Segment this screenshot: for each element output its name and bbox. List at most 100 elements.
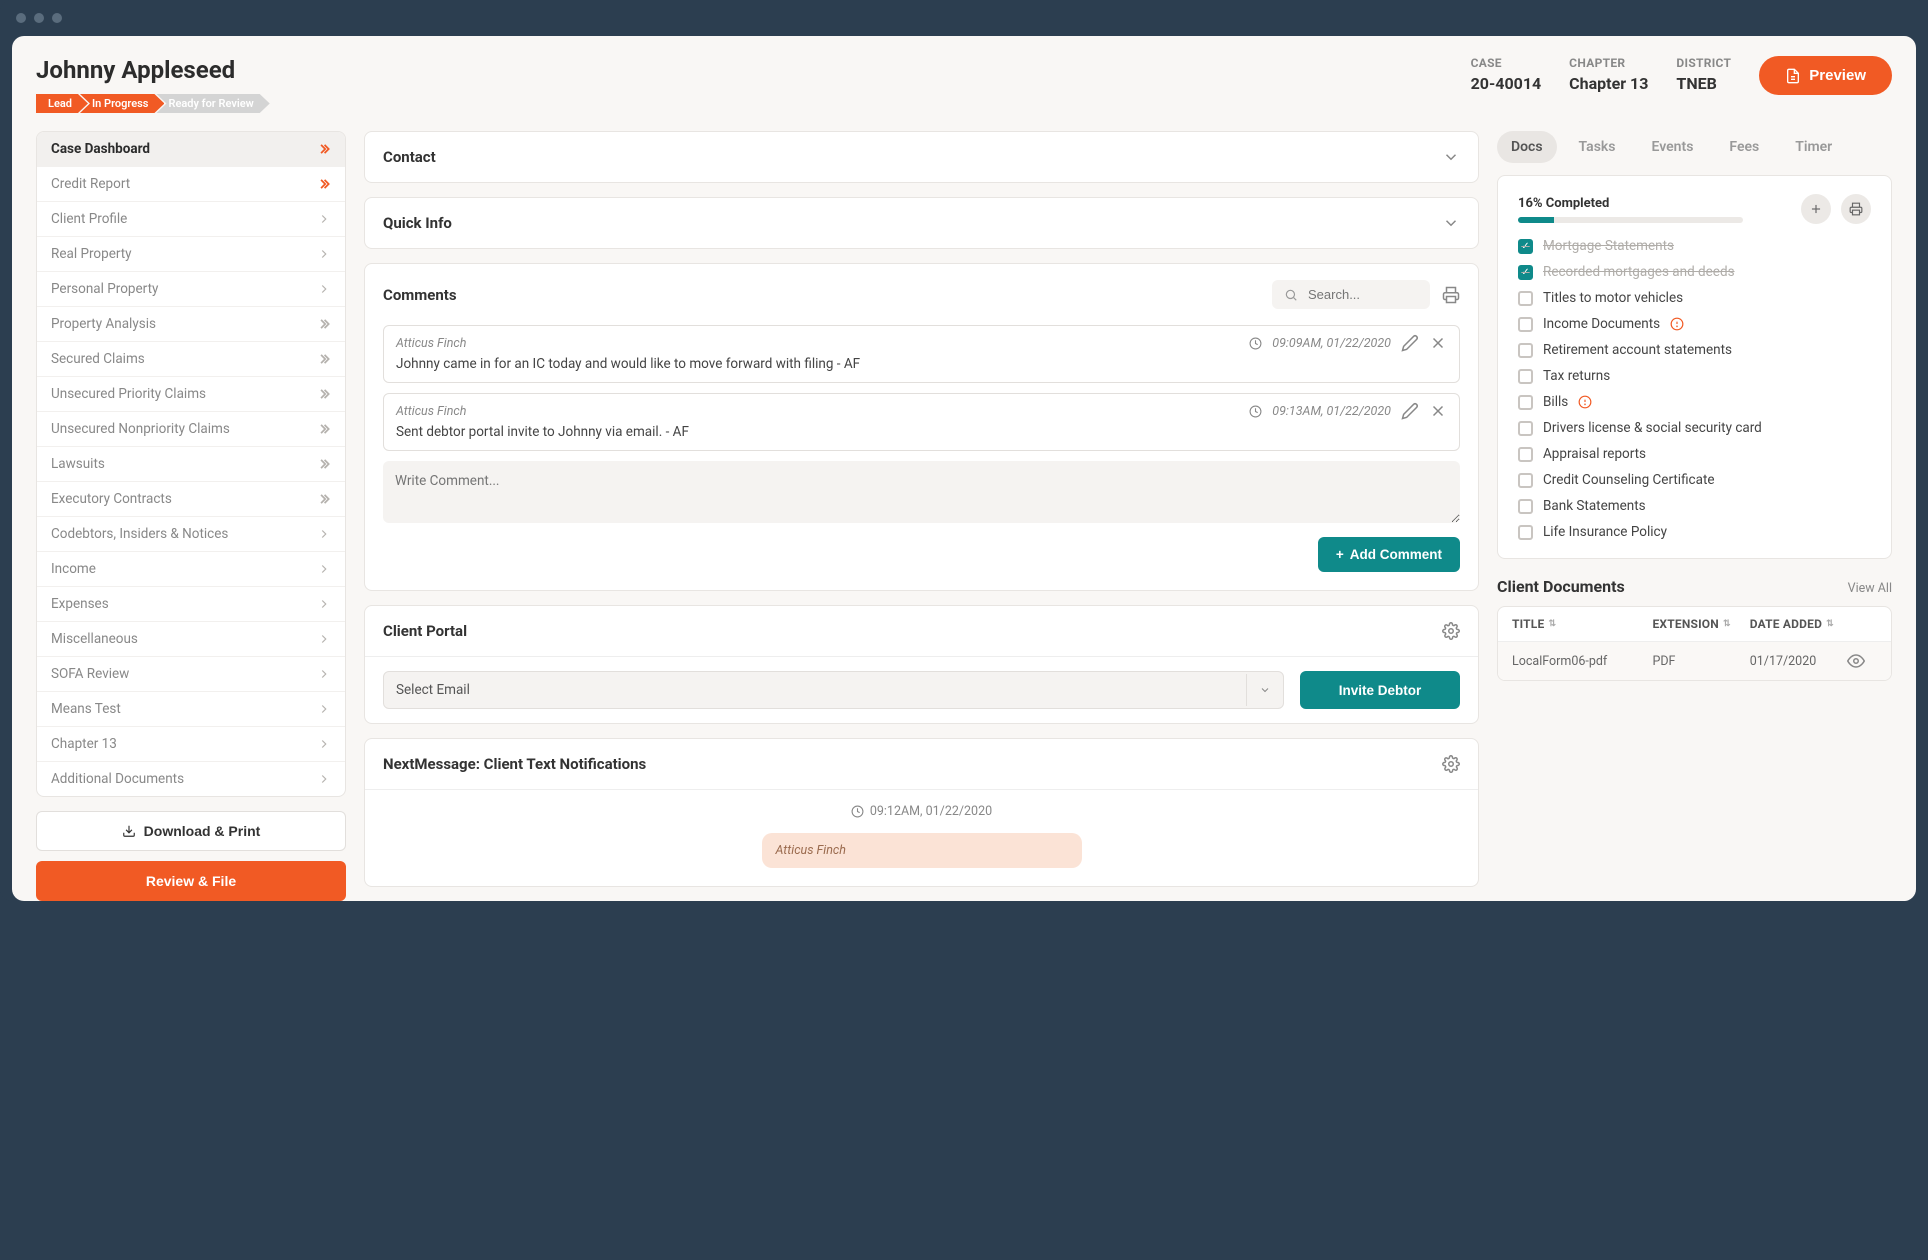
sidebar-item-label: Personal Property (51, 281, 158, 297)
sidebar-item[interactable]: Miscellaneous (37, 622, 345, 657)
tab-fees[interactable]: Fees (1715, 131, 1773, 163)
doc-checklist-item[interactable]: Bank Statements (1518, 498, 1871, 514)
sidebar-item[interactable]: Means Test (37, 692, 345, 727)
doc-checklist-item[interactable]: Tax returns (1518, 368, 1871, 384)
checkbox[interactable] (1518, 499, 1533, 514)
eye-icon[interactable] (1847, 652, 1877, 670)
invite-debtor-button[interactable]: Invite Debtor (1300, 671, 1460, 709)
comment-author: Atticus Finch (396, 404, 466, 419)
checkbox[interactable] (1518, 473, 1533, 488)
col-extension[interactable]: EXTENSION (1652, 617, 1749, 631)
print-docs-button[interactable] (1841, 194, 1871, 224)
checkbox[interactable] (1518, 317, 1533, 332)
sidebar-item[interactable]: Lawsuits (37, 447, 345, 482)
gear-icon[interactable] (1442, 755, 1460, 773)
sidebar-item[interactable]: Property Analysis (37, 307, 345, 342)
sidebar-item[interactable]: Client Profile (37, 202, 345, 237)
sidebar-item[interactable]: Executory Contracts (37, 482, 345, 517)
sidebar-item-label: Expenses (51, 596, 109, 612)
sidebar-item[interactable]: SOFA Review (37, 657, 345, 692)
document-row[interactable]: LocalForm06-pdf PDF 01/17/2020 (1498, 642, 1891, 680)
doc-checklist-item[interactable]: Appraisal reports (1518, 446, 1871, 462)
doc-checklist-item[interactable]: Credit Counseling Certificate (1518, 472, 1871, 488)
edit-icon[interactable] (1401, 334, 1419, 352)
gear-icon[interactable] (1442, 622, 1460, 640)
chevron-double-right-icon (317, 422, 331, 436)
chevron-double-right-icon (317, 317, 331, 331)
write-comment-input[interactable] (383, 461, 1460, 523)
add-doc-button[interactable] (1801, 194, 1831, 224)
checkbox[interactable] (1518, 369, 1533, 384)
print-icon[interactable] (1442, 286, 1460, 304)
review-file-label: Review & File (146, 873, 236, 889)
doc-checklist-item[interactable]: Bills (1518, 394, 1871, 410)
sidebar-item-label: Miscellaneous (51, 631, 138, 647)
status-chip[interactable]: In Progress (80, 94, 164, 113)
contact-panel-header[interactable]: Contact (365, 132, 1478, 182)
quickinfo-panel-header[interactable]: Quick Info (365, 198, 1478, 248)
comments-search[interactable] (1272, 280, 1430, 309)
col-date[interactable]: DATE ADDED (1750, 617, 1847, 631)
close-icon[interactable] (1429, 334, 1447, 352)
tab-timer[interactable]: Timer (1781, 131, 1846, 163)
tab-events[interactable]: Events (1638, 131, 1708, 163)
checkbox[interactable] (1518, 343, 1533, 358)
checkbox[interactable] (1518, 265, 1533, 280)
sidebar-item[interactable]: Income (37, 552, 345, 587)
checkbox[interactable] (1518, 291, 1533, 306)
checkbox[interactable] (1518, 525, 1533, 540)
comment-text: Johnny came in for an IC today and would… (396, 356, 1447, 372)
preview-button[interactable]: Preview (1759, 56, 1892, 95)
tab-tasks[interactable]: Tasks (1565, 131, 1630, 163)
client-portal-title: Client Portal (383, 622, 467, 640)
doc-checklist-item[interactable]: Recorded mortgages and deeds (1518, 264, 1871, 280)
status-chip[interactable]: Ready for Review (156, 94, 269, 113)
doc-checklist-label: Tax returns (1543, 368, 1610, 384)
doc-checklist-item[interactable]: Drivers license & social security card (1518, 420, 1871, 436)
doc-checklist-item[interactable]: Life Insurance Policy (1518, 524, 1871, 540)
sidebar-item[interactable]: Secured Claims (37, 342, 345, 377)
comments-search-input[interactable] (1308, 287, 1408, 302)
clock-icon (1249, 337, 1262, 350)
sidebar-item[interactable]: Case Dashboard (37, 132, 345, 167)
close-icon[interactable] (1429, 402, 1447, 420)
doc-checklist-item[interactable]: Income Documents (1518, 316, 1871, 332)
sidebar-item[interactable]: Credit Report (37, 167, 345, 202)
sidebar-item[interactable]: Real Property (37, 237, 345, 272)
doc-ext: PDF (1652, 654, 1749, 669)
sidebar-item[interactable]: Additional Documents (37, 762, 345, 796)
select-email-dropdown[interactable]: Select Email (383, 671, 1284, 709)
checkbox[interactable] (1518, 395, 1533, 410)
sidebar-item[interactable]: Personal Property (37, 272, 345, 307)
view-all-link[interactable]: View All (1848, 581, 1892, 596)
page-title: Johnny Appleseed (36, 56, 270, 84)
checkbox[interactable] (1518, 421, 1533, 436)
edit-icon[interactable] (1401, 402, 1419, 420)
sidebar-item-label: Unsecured Nonpriority Claims (51, 421, 230, 437)
doc-checklist-item[interactable]: Mortgage Statements (1518, 238, 1871, 254)
sidebar-item[interactable]: Unsecured Nonpriority Claims (37, 412, 345, 447)
tab-docs[interactable]: Docs (1497, 131, 1557, 163)
chevron-double-right-icon (317, 177, 331, 191)
traffic-light (34, 13, 44, 23)
case-label: CASE (1471, 56, 1542, 70)
add-comment-button[interactable]: + Add Comment (1318, 537, 1460, 572)
doc-checklist-label: Appraisal reports (1543, 446, 1646, 462)
contact-title: Contact (383, 148, 436, 166)
checkbox[interactable] (1518, 447, 1533, 462)
download-print-button[interactable]: Download & Print (36, 811, 346, 851)
review-file-button[interactable]: Review & File (36, 861, 346, 901)
sidebar-item[interactable]: Chapter 13 (37, 727, 345, 762)
document-icon (1785, 68, 1801, 84)
chevron-right-icon (317, 632, 331, 646)
sidebar-item[interactable]: Unsecured Priority Claims (37, 377, 345, 412)
status-chip[interactable]: Lead (36, 94, 88, 113)
chevron-right-icon (317, 212, 331, 226)
sidebar-item[interactable]: Expenses (37, 587, 345, 622)
col-title[interactable]: TITLE (1512, 617, 1652, 631)
doc-checklist-item[interactable]: Retirement account statements (1518, 342, 1871, 358)
doc-checklist-item[interactable]: Titles to motor vehicles (1518, 290, 1871, 306)
window-titlebar (0, 0, 1928, 36)
sidebar-item[interactable]: Codebtors, Insiders & Notices (37, 517, 345, 552)
checkbox[interactable] (1518, 239, 1533, 254)
